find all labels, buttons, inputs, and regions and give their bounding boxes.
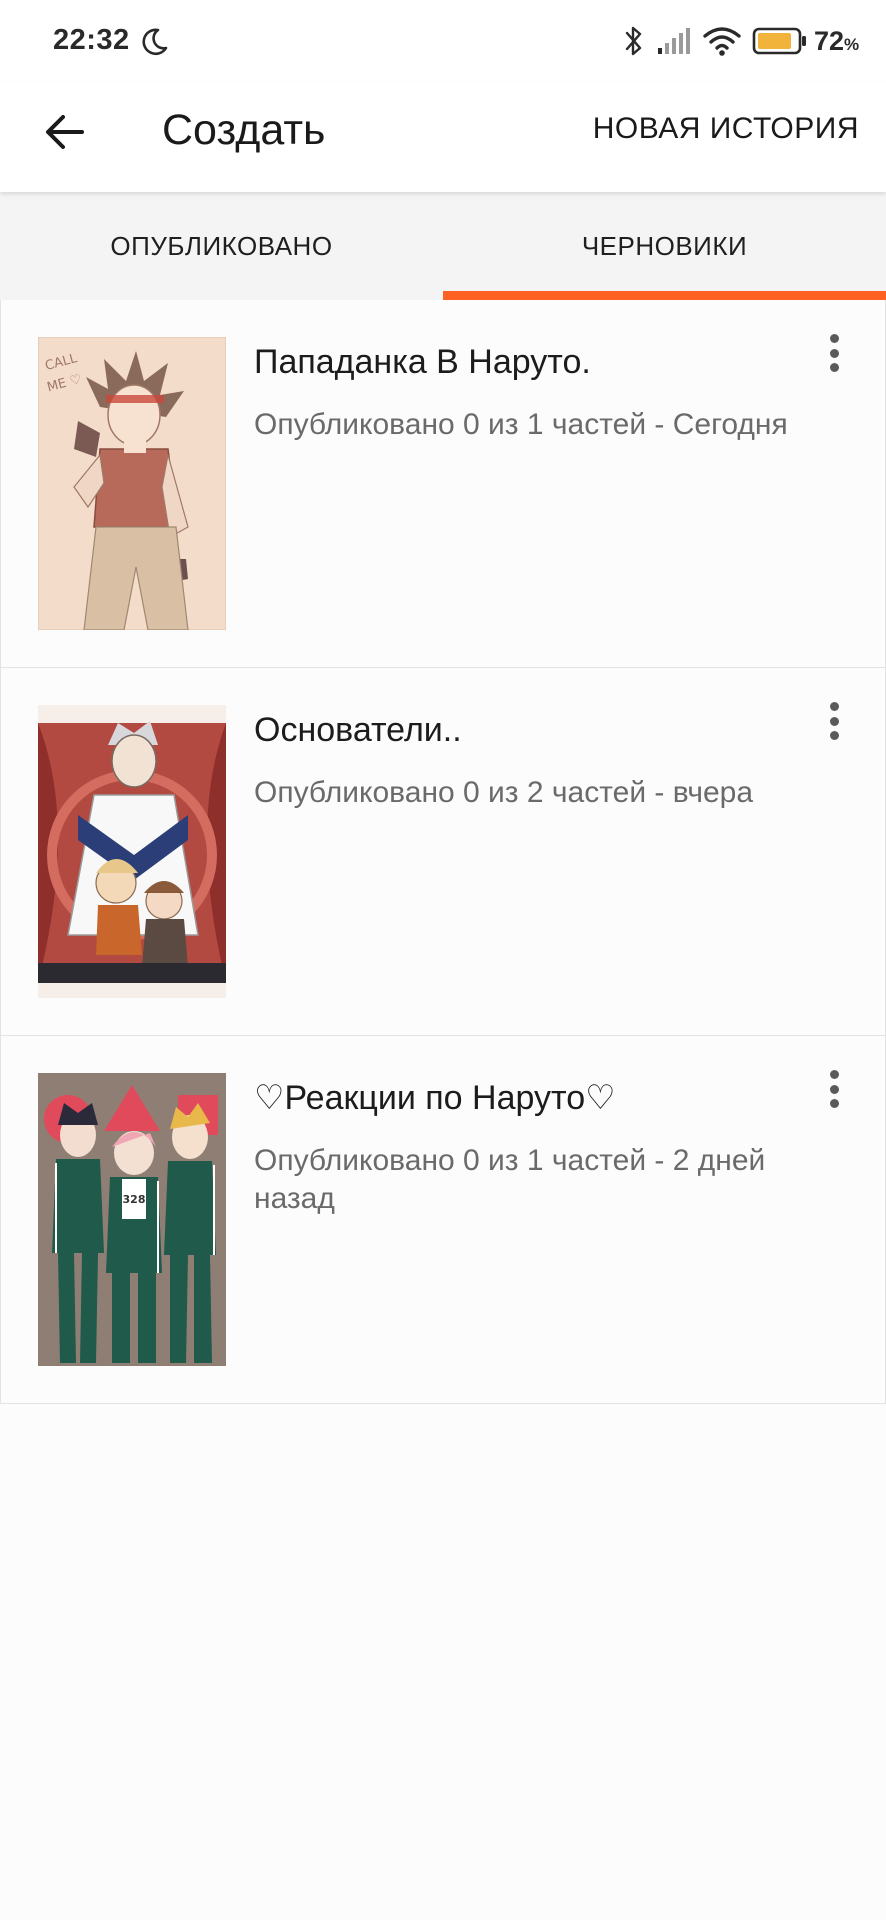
story-title[interactable]: Основатели..	[254, 708, 795, 752]
story-title[interactable]: ♡Реакции по Наруто♡	[254, 1076, 795, 1120]
bluetooth-icon	[625, 26, 642, 56]
signal-icon	[658, 28, 690, 54]
tab-drafts[interactable]: ЧЕРНОВИКИ	[443, 192, 886, 300]
story-item[interactable]: Основатели.. Опубликовано 0 из 2 частей …	[0, 668, 886, 1036]
cover-number: 328	[123, 1193, 146, 1206]
tab-selected-indicator	[443, 291, 886, 300]
battery-icon	[752, 27, 806, 55]
story-meta: Опубликовано 0 из 1 частей - Сегодня	[254, 408, 788, 441]
page-title: Создать	[162, 106, 326, 154]
back-button[interactable]	[36, 104, 92, 160]
app-bar: Создать НОВАЯ ИСТОРИЯ	[0, 82, 886, 192]
wifi-icon	[703, 27, 741, 56]
more-vertical-icon	[829, 702, 839, 711]
moon-icon	[142, 28, 168, 56]
tab-bar: ОПУБЛИКОВАНО ЧЕРНОВИКИ	[0, 192, 886, 301]
story-item[interactable]: 328 ♡Реакции по Наруто♡ Опубликовано 0 и…	[0, 1036, 886, 1404]
more-vertical-icon	[829, 334, 839, 343]
story-meta: Опубликовано 0 из 1 частей - 2 дней наза…	[254, 1144, 766, 1215]
status-bar: 22:32 72%	[0, 0, 886, 82]
story-title[interactable]: Пападанка В Наруто.	[254, 340, 795, 384]
more-vertical-icon	[829, 1070, 839, 1079]
story-list: CALL ME ♡ Пападанка В Наруто. Опубликова…	[0, 300, 886, 1404]
more-options-button[interactable]	[817, 1066, 851, 1112]
story-meta: Опубликовано 0 из 2 частей - вчера	[254, 776, 754, 809]
story-item[interactable]: CALL ME ♡ Пападанка В Наруто. Опубликова…	[0, 300, 886, 668]
more-options-button[interactable]	[817, 698, 851, 744]
more-options-button[interactable]	[817, 330, 851, 376]
status-time: 22:32	[53, 24, 130, 56]
tab-published[interactable]: ОПУБЛИКОВАНО	[0, 192, 443, 300]
new-story-button[interactable]: НОВАЯ ИСТОРИЯ	[593, 112, 859, 146]
battery-percent: 72%	[814, 26, 860, 56]
story-cover-image[interactable]: 328	[38, 1073, 226, 1366]
story-cover-image[interactable]: CALL ME ♡	[38, 337, 226, 630]
arrow-left-icon	[46, 115, 84, 149]
story-cover-image[interactable]	[38, 705, 226, 998]
